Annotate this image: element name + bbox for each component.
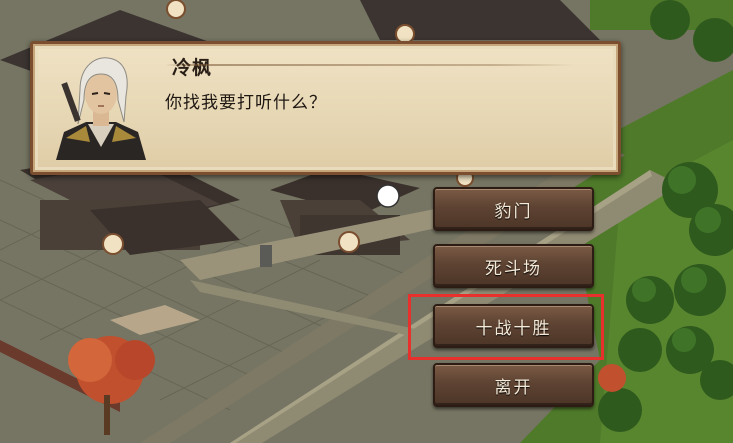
- speaker-divider: [165, 64, 575, 66]
- npc-portrait: [56, 57, 146, 160]
- option-label: 豹门: [494, 201, 533, 222]
- dialog-message: 你找我要打听什么？: [165, 93, 327, 113]
- option-label: 十战十胜: [475, 318, 552, 339]
- option-button-baomen[interactable]: 豹门: [433, 187, 594, 231]
- option-button-ten-wins[interactable]: 十战十胜: [433, 304, 594, 348]
- option-label: 离开: [494, 377, 533, 398]
- speaker-name: 冷枫: [172, 57, 213, 79]
- option-label: 死斗场: [485, 258, 542, 279]
- option-button-leave[interactable]: 离开: [433, 363, 594, 407]
- option-button-death-arena[interactable]: 死斗场: [433, 244, 594, 288]
